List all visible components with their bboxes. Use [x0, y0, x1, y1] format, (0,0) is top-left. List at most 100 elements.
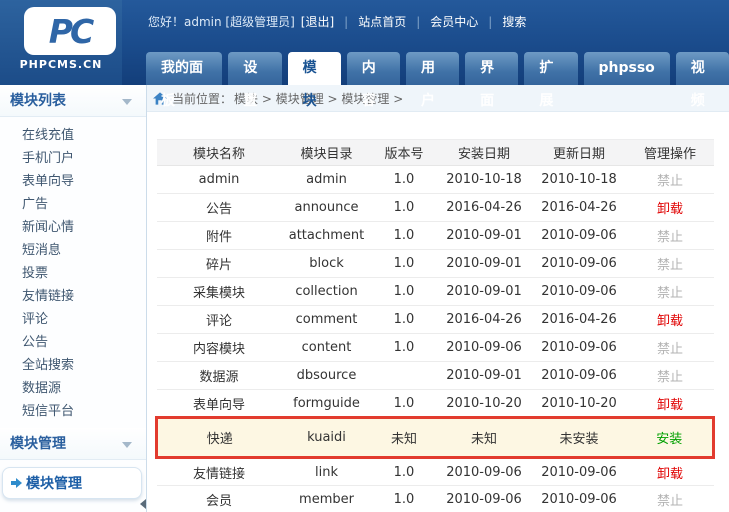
- cell-module-name: 内容模块: [157, 334, 282, 362]
- cell-version: 1.0: [372, 194, 437, 222]
- nav-tab[interactable]: 内容: [347, 52, 400, 85]
- cell-update-date: 2010-10-18: [532, 166, 627, 194]
- cell-install-date: 2010-10-20: [437, 390, 532, 418]
- sidebar-item[interactable]: 全站搜索: [0, 354, 146, 377]
- cell-install-date: 2010-09-01: [437, 362, 532, 390]
- cell-module-dir: content: [282, 334, 372, 362]
- cell-module-dir: kuaidi: [282, 418, 372, 458]
- nav-tab[interactable]: phpsso: [584, 52, 670, 85]
- table-row: 采集模块 collection 1.0 2010-09-01 2010-09-0…: [157, 278, 714, 306]
- user-bar: 您好！admin [超级管理员] [退出] |站点首页|会员中心|搜索: [148, 13, 530, 30]
- breadcrumb-path[interactable]: 模块 > 模块管理 > 模块管理 >: [234, 90, 403, 107]
- module-table: 模块名称模块目录版本号安装日期更新日期管理操作 admin admin 1.0 …: [155, 139, 715, 512]
- action-link[interactable]: 禁止: [657, 174, 683, 189]
- phpcms-logo-icon: PC: [24, 7, 116, 55]
- cell-module-dir: attachment: [282, 222, 372, 250]
- nav-tab[interactable]: 我的面板: [146, 52, 222, 85]
- user-bar-link[interactable]: 搜索: [502, 13, 526, 30]
- cell-update-date: 2010-09-06: [532, 278, 627, 306]
- separator: |: [416, 15, 420, 29]
- sidebar-item[interactable]: 新闻心情: [0, 216, 146, 239]
- sidebar-item[interactable]: 在线充值: [0, 124, 146, 147]
- cell-update-date: 2016-04-26: [532, 306, 627, 334]
- cell-update-date: 2010-09-06: [532, 250, 627, 278]
- action-link[interactable]: 禁止: [657, 286, 683, 301]
- logo-text: PHPCMS.CN: [0, 58, 122, 71]
- nav-tab[interactable]: 用户: [406, 52, 459, 85]
- cell-version: 1.0: [372, 390, 437, 418]
- sidebar-item[interactable]: 评论: [0, 308, 146, 331]
- page-body: 模块列表 在线充值手机门户表单向导广告新闻心情短消息投票友情链接评论公告全站搜索…: [0, 85, 729, 512]
- cell-install-date: 2010-10-18: [437, 166, 532, 194]
- cell-update-date: 2016-04-26: [532, 194, 627, 222]
- sidebar-item[interactable]: 投票: [0, 262, 146, 285]
- cell-version: 1.0: [372, 166, 437, 194]
- cell-module-name: 快递: [157, 418, 282, 458]
- cell-module-dir: formguide: [282, 390, 372, 418]
- sidebar-item[interactable]: 手机门户: [0, 147, 146, 170]
- sidebar-group-title: 模块管理: [10, 436, 66, 452]
- sidebar-group-header[interactable]: 模块管理: [0, 428, 146, 460]
- table-row: admin admin 1.0 2010-10-18 2010-10-18 禁止: [157, 166, 714, 194]
- user-greeting: 您好！admin [超级管理员]: [148, 13, 295, 30]
- cell-module-name: 碎片: [157, 250, 282, 278]
- sidebar-item-label: 模块管理: [26, 473, 82, 493]
- cell-module-dir: comment: [282, 306, 372, 334]
- action-link[interactable]: 卸载: [657, 314, 683, 329]
- sidebar-item[interactable]: 公告: [0, 331, 146, 354]
- action-link[interactable]: 禁止: [657, 342, 683, 357]
- cell-install-date: 2010-09-06: [437, 486, 532, 512]
- action-link[interactable]: 卸载: [657, 398, 683, 413]
- user-bar-link[interactable]: 站点首页: [358, 13, 406, 30]
- cell-update-date: 2010-10-20: [532, 390, 627, 418]
- table-row: 表单向导 formguide 1.0 2010-10-20 2010-10-20…: [157, 390, 714, 418]
- sidebar-item-active[interactable]: 模块管理: [2, 467, 142, 499]
- cell-version: [372, 362, 437, 390]
- nav-tab[interactable]: 设置: [228, 52, 281, 85]
- action-link[interactable]: 禁止: [657, 370, 683, 385]
- action-link[interactable]: 卸载: [657, 202, 683, 217]
- cell-version: 1.0: [372, 222, 437, 250]
- sidebar-group-header[interactable]: 模块列表: [0, 85, 146, 117]
- cell-module-name: 附件: [157, 222, 282, 250]
- table-row: 数据源 dbsource 2010-09-01 2010-09-06 禁止: [157, 362, 714, 390]
- cell-install-date: 2010-09-01: [437, 250, 532, 278]
- cell-version: 1.0: [372, 306, 437, 334]
- action-link[interactable]: 安装: [656, 432, 682, 447]
- cell-install-date: 未知: [437, 418, 532, 458]
- cell-update-date: 未安装: [532, 418, 627, 458]
- cell-version: 未知: [372, 418, 437, 458]
- table-row: 公告 announce 1.0 2016-04-26 2016-04-26 卸载: [157, 194, 714, 222]
- action-link[interactable]: 卸载: [657, 467, 683, 482]
- cell-module-dir: member: [282, 486, 372, 512]
- nav-tab[interactable]: 扩展: [524, 52, 577, 85]
- action-link[interactable]: 禁止: [657, 230, 683, 245]
- sidebar-item[interactable]: 友情链接: [0, 285, 146, 308]
- sidebar-item[interactable]: 表单向导: [0, 170, 146, 193]
- nav-tab[interactable]: 界面: [465, 52, 518, 85]
- sidebar-item[interactable]: 短信平台: [0, 400, 146, 423]
- cell-update-date: 2010-09-06: [532, 334, 627, 362]
- cell-update-date: 2010-09-06: [532, 362, 627, 390]
- sidebar-item-list: 在线充值手机门户表单向导广告新闻心情短消息投票友情链接评论公告全站搜索数据源短信…: [0, 117, 146, 428]
- top-header: PC PHPCMS.CN 您好！admin [超级管理员] [退出] | 站点首页…: [0, 0, 729, 85]
- cell-module-name: 评论: [157, 306, 282, 334]
- nav-tab[interactable]: 视频: [676, 52, 729, 85]
- sidebar-collapse-icon[interactable]: [140, 499, 146, 509]
- cell-module-dir: dbsource: [282, 362, 372, 390]
- action-link[interactable]: 禁止: [657, 494, 683, 509]
- cell-version: 1.0: [372, 458, 437, 486]
- logout-link[interactable]: [退出]: [301, 13, 334, 30]
- sidebar-item[interactable]: 广告: [0, 193, 146, 216]
- sidebar-item[interactable]: 短消息: [0, 239, 146, 262]
- cell-install-date: 2016-04-26: [437, 194, 532, 222]
- sidebar-group-title: 模块列表: [10, 93, 66, 109]
- main-nav-tabs: 我的面板设置模块内容用户界面扩展phpsso视频: [146, 52, 729, 85]
- table-row: 内容模块 content 1.0 2010-09-06 2010-09-06 禁…: [157, 334, 714, 362]
- cell-install-date: 2010-09-01: [437, 222, 532, 250]
- column-header: 安装日期: [437, 140, 532, 166]
- sidebar-item[interactable]: 数据源: [0, 377, 146, 400]
- user-bar-link[interactable]: 会员中心: [430, 13, 478, 30]
- action-link[interactable]: 禁止: [657, 258, 683, 273]
- nav-tab[interactable]: 模块: [288, 52, 341, 85]
